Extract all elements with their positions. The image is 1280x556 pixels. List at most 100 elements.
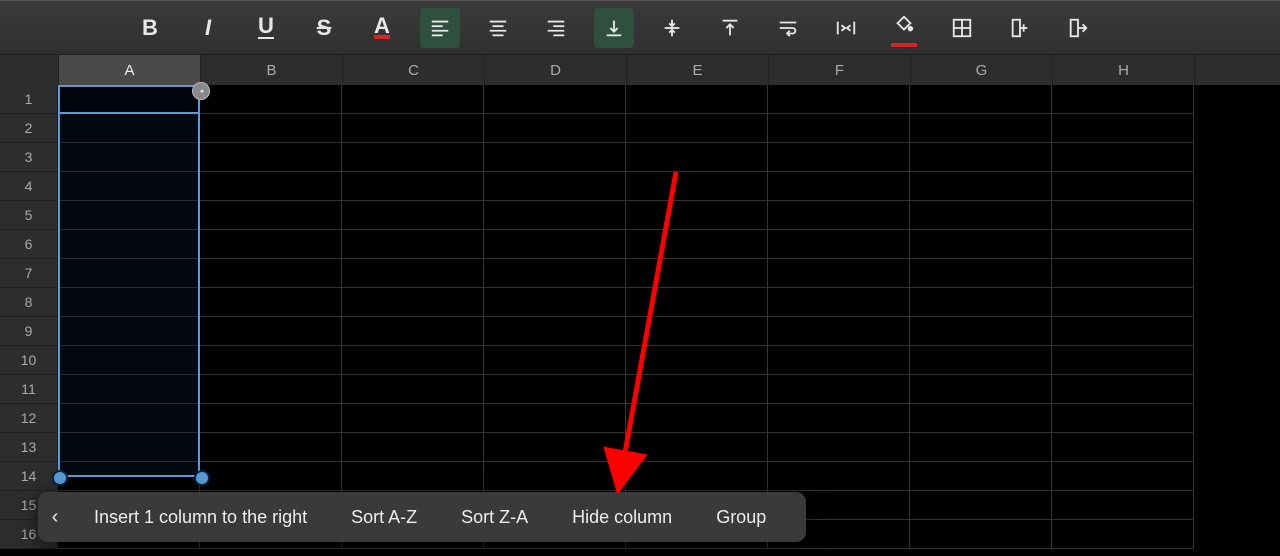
cell[interactable] [910, 375, 1052, 404]
bold-button[interactable]: B [130, 8, 170, 48]
cell[interactable] [1052, 259, 1194, 288]
cell[interactable] [626, 317, 768, 346]
cell[interactable] [484, 114, 626, 143]
cell[interactable] [342, 259, 484, 288]
cell[interactable] [200, 346, 342, 375]
column-header-d[interactable]: D [485, 55, 627, 85]
strikethrough-button[interactable]: S [304, 8, 344, 48]
cell[interactable] [342, 404, 484, 433]
borders-button[interactable] [942, 8, 982, 48]
cell[interactable] [1052, 114, 1194, 143]
row-header[interactable]: 13 [0, 433, 58, 462]
cell[interactable] [1052, 520, 1194, 549]
row-header[interactable]: 1 [0, 85, 58, 114]
column-header-g[interactable]: G [911, 55, 1053, 85]
cell[interactable] [1052, 375, 1194, 404]
cell[interactable] [768, 259, 910, 288]
cell[interactable] [200, 259, 342, 288]
cell[interactable] [484, 462, 626, 491]
cell[interactable] [910, 201, 1052, 230]
cell[interactable] [768, 114, 910, 143]
cell[interactable] [910, 288, 1052, 317]
row-header[interactable]: 8 [0, 288, 58, 317]
cell[interactable] [484, 172, 626, 201]
context-menu-sort-az[interactable]: Sort A-Z [329, 492, 439, 542]
cell[interactable] [626, 346, 768, 375]
context-menu-insert-column[interactable]: Insert 1 column to the right [72, 492, 329, 542]
cell[interactable] [1052, 462, 1194, 491]
cell[interactable] [626, 375, 768, 404]
cell[interactable] [1052, 404, 1194, 433]
cell[interactable] [910, 433, 1052, 462]
cell[interactable] [342, 433, 484, 462]
cell[interactable] [910, 491, 1052, 520]
cell[interactable] [484, 143, 626, 172]
valign-middle-button[interactable] [652, 8, 692, 48]
spreadsheet-grid[interactable]: 1 2 3 4 5 6 7 8 9 10 11 12 13 14 15 16 [0, 85, 1280, 556]
cell[interactable] [626, 230, 768, 259]
valign-bottom-button[interactable] [594, 8, 634, 48]
cell[interactable] [58, 375, 200, 404]
cell[interactable] [1052, 317, 1194, 346]
cell[interactable] [768, 172, 910, 201]
align-left-button[interactable] [420, 8, 460, 48]
cell[interactable] [484, 375, 626, 404]
cell[interactable] [342, 462, 484, 491]
cell[interactable] [484, 259, 626, 288]
cell[interactable] [484, 433, 626, 462]
cell[interactable] [58, 259, 200, 288]
cell[interactable] [910, 172, 1052, 201]
align-right-button[interactable] [536, 8, 576, 48]
column-header-b[interactable]: B [201, 55, 343, 85]
cell[interactable] [58, 143, 200, 172]
cell[interactable] [626, 201, 768, 230]
column-resize-handle[interactable] [192, 82, 210, 100]
insert-column-button[interactable] [1000, 8, 1040, 48]
cell[interactable] [484, 288, 626, 317]
cell[interactable] [1052, 346, 1194, 375]
cell[interactable] [626, 462, 768, 491]
merge-cells-button[interactable] [826, 8, 866, 48]
cell[interactable] [200, 172, 342, 201]
cell[interactable] [626, 143, 768, 172]
cell[interactable] [58, 201, 200, 230]
row-header[interactable]: 12 [0, 404, 58, 433]
cell[interactable] [1052, 491, 1194, 520]
cell[interactable] [484, 201, 626, 230]
cell[interactable] [342, 375, 484, 404]
cell[interactable] [768, 317, 910, 346]
column-header-a[interactable]: A [59, 55, 201, 85]
cell[interactable] [58, 462, 200, 491]
column-header-c[interactable]: C [343, 55, 485, 85]
row-header[interactable]: 6 [0, 230, 58, 259]
cell[interactable] [200, 114, 342, 143]
cell[interactable] [342, 114, 484, 143]
cell[interactable] [768, 85, 910, 114]
delete-column-button[interactable] [1058, 8, 1098, 48]
cell[interactable] [484, 85, 626, 114]
cell[interactable] [342, 317, 484, 346]
cell[interactable] [342, 230, 484, 259]
cell[interactable] [342, 85, 484, 114]
row-header[interactable]: 9 [0, 317, 58, 346]
row-header[interactable]: 10 [0, 346, 58, 375]
cell[interactable] [58, 317, 200, 346]
align-center-button[interactable] [478, 8, 518, 48]
cell[interactable] [58, 230, 200, 259]
cell[interactable] [1052, 85, 1194, 114]
underline-button[interactable]: U [246, 8, 286, 48]
cell[interactable] [342, 288, 484, 317]
cell[interactable] [200, 230, 342, 259]
cell[interactable] [626, 433, 768, 462]
cell[interactable] [910, 85, 1052, 114]
row-header[interactable]: 7 [0, 259, 58, 288]
cell[interactable] [910, 520, 1052, 549]
cell[interactable] [58, 114, 200, 143]
context-menu-sort-za[interactable]: Sort Z-A [439, 492, 550, 542]
cell[interactable] [58, 85, 200, 114]
cell[interactable] [1052, 288, 1194, 317]
valign-top-button[interactable] [710, 8, 750, 48]
cell[interactable] [484, 230, 626, 259]
cell[interactable] [200, 433, 342, 462]
cell[interactable] [342, 346, 484, 375]
